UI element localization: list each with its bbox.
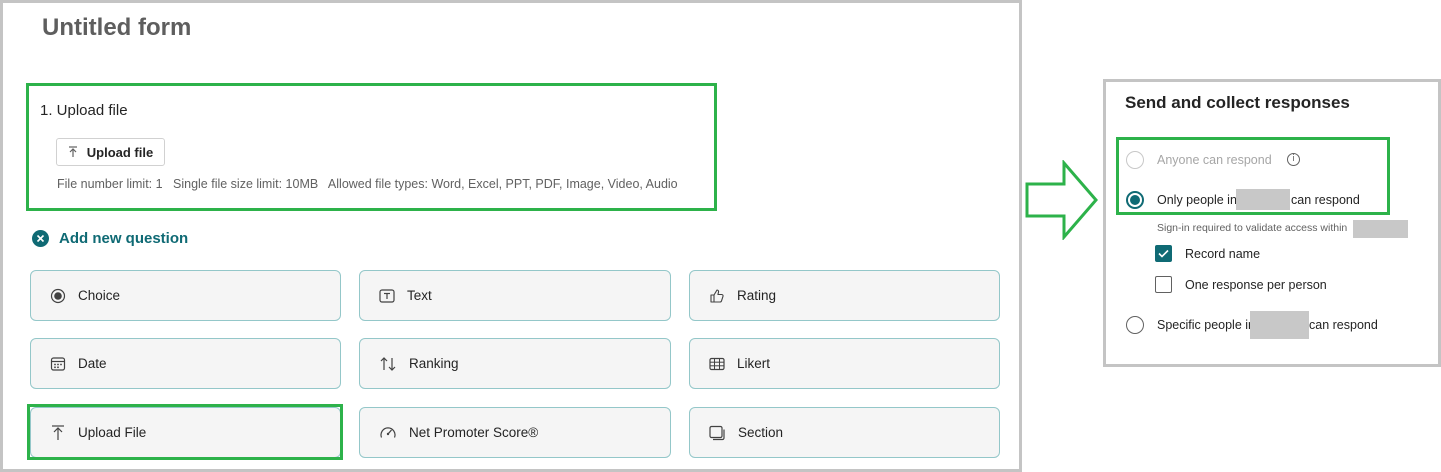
question-type-text[interactable]: Text xyxy=(359,270,671,321)
question-type-label: Choice xyxy=(78,288,121,303)
question-type-section[interactable]: Section xyxy=(689,407,1000,458)
question-title[interactable]: 1. Upload file xyxy=(40,102,128,119)
question-type-label: Date xyxy=(78,356,107,371)
thumb-up-icon xyxy=(710,288,724,303)
specific-people-label-prefix: Specific people in xyxy=(1157,318,1255,332)
record-name-checkbox[interactable] xyxy=(1155,245,1172,262)
specific-people-radio[interactable] xyxy=(1126,316,1144,334)
radio-icon xyxy=(50,288,66,303)
one-response-label: One response per person xyxy=(1185,278,1327,292)
text-icon xyxy=(379,288,395,303)
question-type-label: Likert xyxy=(737,356,771,371)
upload-limits-text: File number limit: 1 Single file size li… xyxy=(57,177,678,191)
upload-file-button-label: Upload file xyxy=(86,144,154,160)
checkmark-icon xyxy=(1158,249,1169,258)
form-title[interactable]: Untitled form xyxy=(42,14,191,42)
question-type-label: Text xyxy=(407,288,432,303)
calendar-icon xyxy=(50,356,66,371)
question-type-label: Net Promoter Score® xyxy=(409,425,539,440)
upload-file-highlight-box xyxy=(27,404,343,460)
question-type-net-promoter-score[interactable]: Net Promoter Score® xyxy=(359,407,671,458)
upload-icon xyxy=(68,146,77,157)
question-type-choice[interactable]: Choice xyxy=(30,270,341,321)
one-response-checkbox[interactable] xyxy=(1155,276,1172,293)
redacted-organization xyxy=(1250,311,1309,339)
send-collect-title: Send and collect responses xyxy=(1125,93,1350,112)
question-type-date[interactable]: Date xyxy=(30,338,341,389)
only-people-radio[interactable] xyxy=(1126,191,1144,209)
redacted-organization xyxy=(1353,220,1408,238)
add-new-question-label: Add new question xyxy=(59,230,189,247)
question-type-label: Rating xyxy=(737,288,777,303)
specific-people-label-suffix: can respond xyxy=(1309,318,1378,332)
question-type-ranking[interactable]: Ranking xyxy=(359,338,671,389)
upload-file-button[interactable]: Upload file xyxy=(56,138,165,166)
gauge-icon xyxy=(380,426,396,438)
close-circle-icon xyxy=(32,230,49,247)
likert-grid-icon xyxy=(709,357,725,370)
section-icon xyxy=(709,425,725,440)
question-type-label: Ranking xyxy=(409,356,459,371)
only-people-label-prefix: Only people in xyxy=(1157,193,1237,207)
ranking-arrows-icon xyxy=(380,356,396,371)
question-type-rating[interactable]: Rating xyxy=(689,270,1000,321)
signin-note: Sign-in required to validate access with… xyxy=(1157,222,1348,234)
add-new-question-button[interactable]: Add new question xyxy=(32,230,188,247)
record-name-label: Record name xyxy=(1185,247,1261,261)
anyone-can-respond-radio[interactable] xyxy=(1126,151,1144,169)
redacted-organization xyxy=(1236,189,1290,210)
question-type-likert[interactable]: Likert xyxy=(689,338,1000,389)
question-type-label: Section xyxy=(738,425,784,440)
right-arrow-icon xyxy=(1025,160,1098,240)
only-people-label-suffix: can respond xyxy=(1291,193,1360,207)
info-icon[interactable]: i xyxy=(1287,153,1300,166)
anyone-can-respond-label: Anyone can respond xyxy=(1157,153,1272,167)
